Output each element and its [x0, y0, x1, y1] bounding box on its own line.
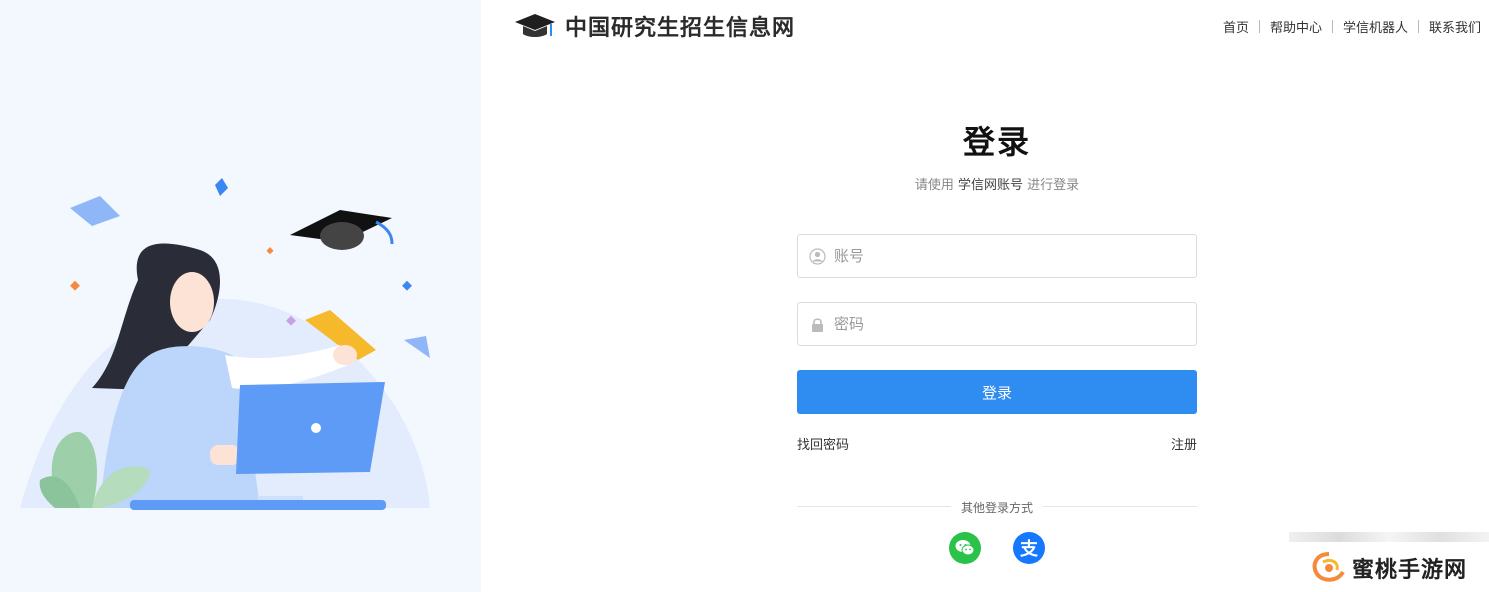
- user-icon: [809, 247, 826, 265]
- watermark-text: 蜜桃手游网: [1352, 558, 1468, 583]
- other-login-methods-text: 其他登录方式: [950, 501, 1043, 515]
- password-field[interactable]: [797, 302, 1197, 346]
- top-navigation: 首页 帮助中心 学信机器人 联系我们: [1223, 17, 1481, 36]
- nav-divider: [1417, 20, 1419, 33]
- wechat-login-button[interactable]: [949, 532, 981, 564]
- nav-home-link[interactable]: 首页: [1223, 17, 1249, 36]
- peach-logo-icon: [1312, 552, 1345, 582]
- login-title: 登录: [962, 123, 1031, 161]
- login-button[interactable]: 登录: [797, 370, 1197, 414]
- password-input[interactable]: [834, 304, 1196, 344]
- student-graduation-illustration: [20, 178, 430, 510]
- alipay-login-button[interactable]: 支: [1013, 532, 1045, 564]
- other-login-methods-label: 其他登录方式: [797, 499, 1197, 516]
- watermark-strip: [1289, 532, 1489, 542]
- subtitle-account-type: 学信网账号: [957, 178, 1023, 193]
- nav-divider: [1258, 20, 1260, 33]
- wechat-icon: [955, 540, 975, 556]
- graduation-cap-icon: [515, 14, 555, 37]
- nav-help-center-link[interactable]: 帮助中心: [1270, 17, 1322, 36]
- login-subtitle: 请使用 学信网账号 进行登录: [797, 174, 1197, 193]
- forgot-password-link[interactable]: 找回密码: [797, 434, 849, 453]
- account-field[interactable]: [797, 234, 1197, 278]
- illustration-panel: [0, 0, 481, 592]
- site-name: 中国研究生招生信息网: [565, 15, 796, 41]
- register-link[interactable]: 注册: [1171, 434, 1197, 453]
- alipay-icon: 支: [1020, 539, 1038, 560]
- subtitle-prefix: 请使用: [914, 178, 954, 193]
- watermark: 蜜桃手游网: [1289, 532, 1489, 592]
- nav-divider: [1331, 20, 1333, 33]
- account-input[interactable]: [834, 236, 1196, 276]
- subtitle-suffix: 进行登录: [1027, 178, 1080, 193]
- lock-icon: [812, 317, 823, 332]
- site-logo[interactable]: 中国研究生招生信息网: [513, 10, 795, 42]
- nav-contact-us-link[interactable]: 联系我们: [1429, 17, 1481, 36]
- nav-xuexin-robot-link[interactable]: 学信机器人: [1343, 17, 1408, 36]
